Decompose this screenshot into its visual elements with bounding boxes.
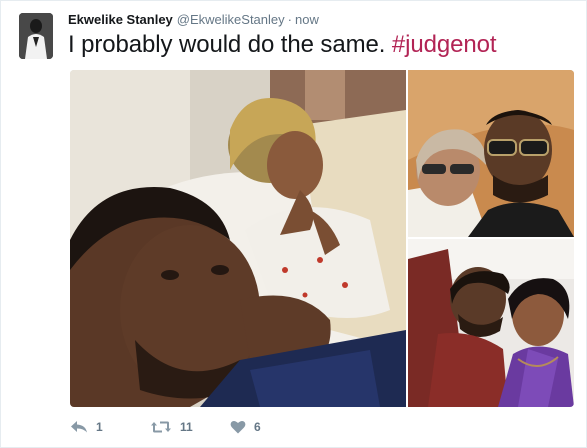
hashtag-link[interactable]: #judgenot — [392, 31, 497, 58]
tweet-text: I probably would do the same. #judgenot — [68, 29, 497, 61]
retweet-count: 11 — [180, 420, 193, 434]
tweet-card: Ekwelike Stanley @EkwelikeStanley · now I p… — [0, 0, 587, 448]
reply-button[interactable]: 1 — [70, 420, 150, 434]
photo-bottom-right[interactable] — [408, 239, 574, 407]
timestamp[interactable]: now — [295, 12, 319, 27]
author-name[interactable]: Ekwelike Stanley — [68, 12, 173, 27]
like-count: 6 — [254, 420, 261, 434]
retweet-button[interactable]: 11 — [150, 420, 230, 434]
like-button[interactable]: 6 — [230, 420, 290, 434]
reply-icon — [70, 420, 88, 434]
tweet-header: Ekwelike Stanley @EkwelikeStanley · now — [68, 12, 319, 28]
tweet-actions: 1 11 6 — [70, 417, 290, 437]
avatar[interactable] — [19, 13, 53, 59]
reply-count: 1 — [96, 420, 103, 434]
author-handle[interactable]: @EkwelikeStanley — [177, 12, 285, 27]
separator: · — [287, 12, 292, 27]
retweet-icon — [150, 420, 172, 434]
media-grid — [70, 70, 574, 407]
heart-icon — [230, 420, 246, 434]
photo-main[interactable] — [70, 70, 406, 407]
tweet-body: I probably would do the same. — [68, 31, 386, 58]
photo-top-right[interactable] — [408, 70, 574, 237]
